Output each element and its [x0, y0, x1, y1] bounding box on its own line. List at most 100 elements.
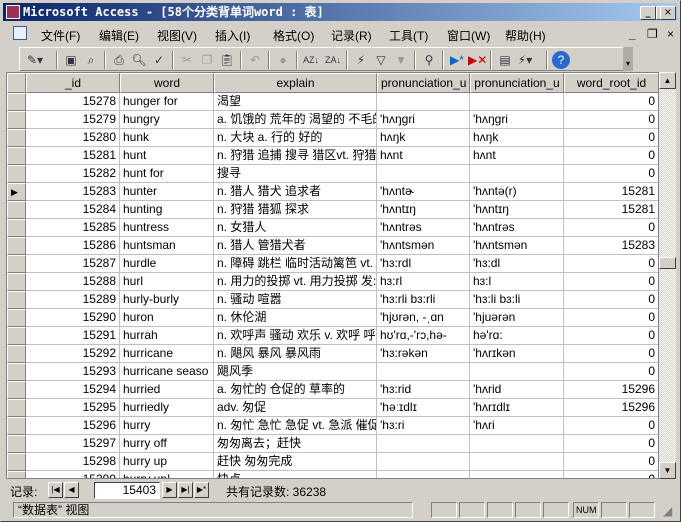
table-row[interactable]: 15295 hurriedly adv. 匆促'həːɪdlɪ'hʌrɪdlɪ 152… — [7, 399, 658, 417]
table-row[interactable]: 15287 hurdle n. 障碍 跳栏 临时活动篱笆 vt.'hɜ:rdl'hɜ… — [7, 255, 658, 273]
cell-word-root-id[interactable]: 15281 — [564, 183, 658, 201]
first-record-button[interactable]: |◀ — [48, 482, 63, 498]
scroll-up-button[interactable]: ▲ — [659, 72, 676, 89]
cell-word[interactable]: huntress — [120, 219, 214, 237]
table-row[interactable]: 15292 hurricane n. 飓风 暴风 暴风雨'hɜ:rəkən'hʌrɪ… — [7, 345, 658, 363]
cell-word-root-id[interactable]: 0 — [564, 471, 658, 478]
cell-pronunciation-uk[interactable] — [470, 165, 564, 183]
table-row[interactable]: 15280 hunk n. 大块 a. 行的 好的 hʌŋk hʌŋk 0 — [7, 129, 658, 147]
cell-pronunciation-us[interactable]: 'hɜ:rid — [377, 381, 470, 399]
cell-pronunciation-uk[interactable] — [470, 453, 564, 471]
cell-id[interactable]: 15281 — [26, 147, 120, 165]
menu-tools[interactable]: 工具(T) — [389, 27, 428, 44]
table-row[interactable]: 15285 huntress n. 女猎人'hʌntrəs'hʌntrəs 0 — [7, 219, 658, 237]
column-header-word[interactable]: word — [120, 73, 214, 93]
cell-word-root-id[interactable]: 0 — [564, 129, 658, 147]
row-selector[interactable] — [7, 237, 26, 255]
cell-pronunciation-us[interactable]: 'hɜ:rəkən — [377, 345, 470, 363]
doc-minimize-button[interactable]: _ — [629, 27, 636, 41]
cell-word[interactable]: hurrah — [120, 327, 214, 345]
cell-pronunciation-uk[interactable]: 'hjuərən — [470, 309, 564, 327]
cell-explain[interactable]: n. 骚动 喧嚣 — [214, 291, 377, 309]
cell-word[interactable]: huntsman — [120, 237, 214, 255]
table-row[interactable]: 15291 hurrah n. 欢呼声 骚动 欢乐 v. 欢呼 呼 hʊ'rɑ,-'r… — [7, 327, 658, 345]
row-selector[interactable] — [7, 327, 26, 345]
cell-pronunciation-uk[interactable]: 'hʌrɪkən — [470, 345, 564, 363]
cell-word[interactable]: hurricane seaso — [120, 363, 214, 381]
cell-pronunciation-us[interactable]: 'həːɪdlɪ — [377, 399, 470, 417]
cell-pronunciation-uk[interactable]: 'hʌri — [470, 417, 564, 435]
cell-word-root-id[interactable]: 0 — [564, 435, 658, 453]
cell-word-root-id[interactable]: 0 — [564, 255, 658, 273]
undo-icon[interactable]: ↶ — [246, 51, 264, 69]
row-selector[interactable] — [7, 273, 26, 291]
cell-explain[interactable]: 飓风季 — [214, 363, 377, 381]
cell-explain[interactable]: 搜寻 — [214, 165, 377, 183]
cell-word[interactable]: hunter — [120, 183, 214, 201]
paste-icon[interactable]: 📋︎ — [218, 51, 236, 69]
cell-word-root-id[interactable]: 0 — [564, 111, 658, 129]
cell-pronunciation-uk[interactable]: 'hʌrɪdlɪ — [470, 399, 564, 417]
cell-pronunciation-us[interactable]: hɜ:rl — [377, 273, 470, 291]
help-icon[interactable]: ? — [552, 51, 570, 69]
cell-pronunciation-us[interactable] — [377, 363, 470, 381]
cell-explain[interactable]: adv. 匆促 — [214, 399, 377, 417]
cell-word[interactable]: hunger for — [120, 93, 214, 111]
copy-icon[interactable]: ❐ — [198, 51, 216, 69]
cell-explain[interactable]: n. 用力的投掷 vt. 用力投掷 发: — [214, 273, 377, 291]
cell-pronunciation-us[interactable]: 'hʌŋgri — [377, 111, 470, 129]
print-icon[interactable]: ⎙ — [110, 51, 128, 69]
cell-pronunciation-us[interactable] — [377, 93, 470, 111]
cell-word-root-id[interactable]: 0 — [564, 147, 658, 165]
scroll-thumb[interactable] — [659, 257, 676, 269]
cell-word-root-id[interactable]: 15283 — [564, 237, 658, 255]
cell-explain[interactable]: n. 欢呼声 骚动 欢乐 v. 欢呼 呼 — [214, 327, 377, 345]
last-record-button[interactable]: ▶| — [178, 482, 193, 498]
cell-word[interactable]: hurry — [120, 417, 214, 435]
previous-record-button[interactable]: ◀ — [64, 482, 79, 498]
cell-explain[interactable]: n. 女猎人 — [214, 219, 377, 237]
new-record-icon[interactable]: ▶* — [448, 51, 466, 69]
cell-pronunciation-us[interactable] — [377, 435, 470, 453]
row-selector[interactable] — [7, 219, 26, 237]
cell-word-root-id[interactable]: 0 — [564, 363, 658, 381]
row-selector[interactable] — [7, 129, 26, 147]
cell-word-root-id[interactable]: 0 — [564, 453, 658, 471]
table-row[interactable]: 15278 hunger for 渴望 0 — [7, 93, 658, 111]
table-row[interactable]: 15281 hunt n. 狩猎 追捕 搜寻 猎区vt. 狩猎 hʌnt hʌnt 0 — [7, 147, 658, 165]
search-icon[interactable]: ⌕ — [82, 51, 100, 69]
cell-pronunciation-uk[interactable]: 'hɜ:dl — [470, 255, 564, 273]
cell-word-root-id[interactable]: 0 — [564, 165, 658, 183]
row-selector[interactable] — [7, 111, 26, 129]
cell-word[interactable]: hurly-burly — [120, 291, 214, 309]
cell-explain[interactable]: n. 大块 a. 行的 好的 — [214, 129, 377, 147]
table-row[interactable]: 15294 hurried a. 匆忙的 仓促的 草率的'hɜ:rid'hʌrid 1… — [7, 381, 658, 399]
cell-pronunciation-us[interactable]: 'hʌntɪŋ — [377, 201, 470, 219]
cell-explain[interactable]: 快点 — [214, 471, 377, 478]
scroll-down-button[interactable]: ▼ — [659, 462, 676, 479]
cell-explain[interactable]: a. 匆忙的 仓促的 草率的 — [214, 381, 377, 399]
row-selector[interactable] — [7, 381, 26, 399]
cell-id[interactable]: 15286 — [26, 237, 120, 255]
spelling-icon[interactable]: ✓ — [150, 51, 168, 69]
row-selector[interactable] — [7, 147, 26, 165]
cell-pronunciation-uk[interactable] — [470, 93, 564, 111]
cell-pronunciation-us[interactable]: hʌnt — [377, 147, 470, 165]
cell-explain[interactable]: 渴望 — [214, 93, 377, 111]
cell-pronunciation-uk[interactable]: hə'rɑ: — [470, 327, 564, 345]
cell-pronunciation-uk[interactable] — [470, 363, 564, 381]
cell-word[interactable]: hurricane — [120, 345, 214, 363]
cell-pronunciation-uk[interactable]: 'hʌŋgri — [470, 111, 564, 129]
print-preview-icon[interactable]: 🔍︎ — [130, 51, 148, 69]
table-row[interactable]: 15288 hurl n. 用力的投掷 vt. 用力投掷 发: hɜ:rl hɜ:l 0 — [7, 273, 658, 291]
cell-pronunciation-uk[interactable]: 'hʌntə(r) — [470, 183, 564, 201]
cut-icon[interactable]: ✂ — [178, 51, 196, 69]
cell-word-root-id[interactable]: 15296 — [564, 399, 658, 417]
cell-id[interactable]: 15285 — [26, 219, 120, 237]
cell-word[interactable]: hunting — [120, 201, 214, 219]
row-selector[interactable] — [7, 165, 26, 183]
cell-word-root-id[interactable]: 0 — [564, 291, 658, 309]
cell-explain[interactable]: 匆匆离去；赶快 — [214, 435, 377, 453]
cell-id[interactable]: 15295 — [26, 399, 120, 417]
row-selector[interactable] — [7, 93, 26, 111]
